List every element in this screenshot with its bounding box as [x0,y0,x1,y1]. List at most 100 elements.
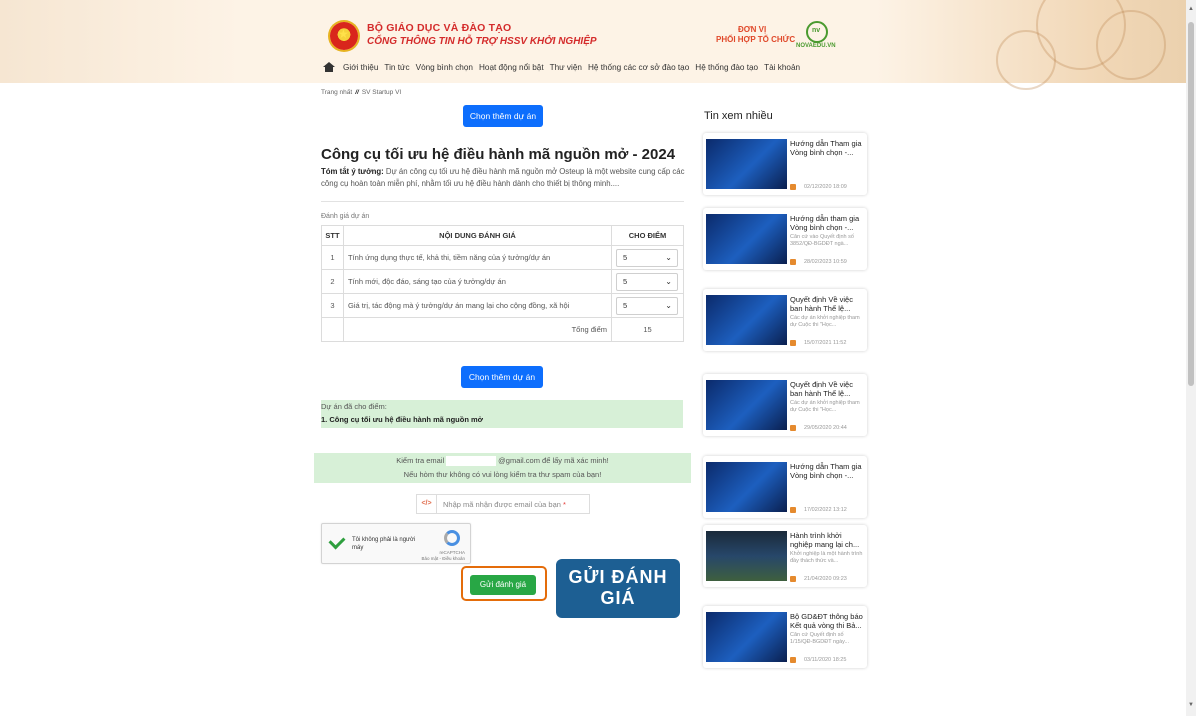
code-input-placeholder: Nhập mã nhận được email của bạn [443,499,561,509]
empty-cell [321,317,344,342]
site-header: ★ BỘ GIÁO DỤC VÀ ĐÀO TẠO CỔNG THÔNG TIN … [0,0,1196,90]
nav-item-gioi-thieu[interactable]: Giới thiệu [343,63,378,72]
recaptcha-widget[interactable]: Tôi không phải là người máy reCAPTCHA Bả… [321,523,471,564]
scrollbar[interactable]: ▲ ▼ [1186,0,1196,716]
verification-code-input[interactable]: </> Nhập mã nhận được email của bạn * [416,494,590,514]
decoration-swirl [996,30,1056,90]
news-title[interactable]: Quyết định Về việc ban hành Thể lệ... [790,295,866,313]
news-thumbnail[interactable] [706,531,787,581]
sidebar-news-card[interactable]: Quyết định Về việc ban hành Thể lệ... Các… [703,374,867,436]
table-header-row: STT NỘI DUNG ĐÁNH GIÁ CHO ĐIỂM [321,225,684,246]
news-thumbnail[interactable] [706,295,787,345]
main-nav: Giới thiệu Tin tức Vòng bình chọn Hoạt đ… [323,62,800,72]
score-cell: 5 ⌄ [611,293,684,318]
choose-more-project-button-2[interactable]: Chọn thêm dự án [461,366,543,388]
project-title: Công cụ tối ưu hệ điều hành mã nguồn mở … [321,146,676,163]
national-emblem-logo[interactable]: ★ [330,22,358,50]
brand-title[interactable]: BỘ GIÁO DỤC VÀ ĐÀO TẠO [367,22,511,34]
email-redacted [446,456,497,467]
news-date: 21/04/2020 09:23 [790,576,847,582]
score-select[interactable]: 5 ⌄ [616,272,678,291]
scroll-down-icon[interactable]: ▼ [1188,702,1194,708]
email-notice-line2: Nếu hòm thư không có vui lòng kiểm tra t… [403,470,602,480]
news-thumbnail[interactable] [706,612,787,662]
news-thumbnail[interactable] [706,462,787,512]
code-icon: </> [417,495,437,513]
score-value: 5 [623,252,628,262]
summary-label: Tóm tắt ý tưởng: [321,167,384,176]
news-description: Khởi nghiệp là một hành trình đầy thách … [790,551,863,564]
news-title[interactable]: Hướng dẫn tham gia Vòng bình chọn -... [790,214,866,232]
required-mark: * [562,499,566,509]
scroll-up-icon[interactable]: ▲ [1188,6,1194,12]
chevron-down-icon: ⌄ [665,252,672,262]
checkmark-icon[interactable] [328,532,346,550]
email-notice: Kiểm tra email @gmail.com để lấy mã xác m… [314,453,691,483]
breadcrumb: Trang nhất//SV Startup VI [321,89,401,96]
nav-item-tai-khoan[interactable]: Tài khoản [764,63,800,72]
email-notice-prefix: Kiểm tra email [396,456,445,465]
project-summary: Tóm tắt ý tưởng: Dự án công cụ tối ưu hệ… [321,166,685,190]
choose-more-project-button[interactable]: Chọn thêm dự án [463,105,543,127]
divider [321,201,684,202]
news-date: 28/02/2023 10:59 [790,259,847,265]
score-cell: 5 ⌄ [611,269,684,294]
score-select[interactable]: 5 ⌄ [616,296,678,315]
header-decoration-left [0,0,240,83]
submit-evaluation-button[interactable]: Gửi đánh giá [470,575,536,595]
row-stt: 3 [321,293,344,318]
nav-item-co-so-dao-tao[interactable]: Hệ thống các cơ sở đào tạo [588,63,689,72]
evaluation-table: STT NỘI DUNG ĐÁNH GIÁ CHO ĐIỂM 1 Tính ứn… [321,225,684,342]
submit-highlight-outline: Gửi đánh giá [461,566,547,601]
partner-label-2: PHỐI HỢP TỔ CHỨC [716,35,796,44]
news-title[interactable]: Quyết định Về việc ban hành Thể lệ... [790,380,866,398]
chevron-down-icon: ⌄ [665,276,672,286]
nav-item-thu-vien[interactable]: Thư viện [550,63,582,72]
news-thumbnail[interactable] [706,139,787,189]
decoration-swirl [1096,10,1166,80]
news-thumbnail[interactable] [706,380,787,430]
row-stt: 2 [321,269,344,294]
score-select[interactable]: 5 ⌄ [616,248,678,267]
nav-item-hoat-dong[interactable]: Hoạt động nổi bật [479,63,544,72]
nav-item-tin-tuc[interactable]: Tin tức [384,63,409,72]
sidebar-news-card[interactable]: Hướng dẫn Tham gia Vòng bình chọn -... 02… [703,133,867,195]
news-title[interactable]: Bộ GD&ĐT thông báo Kết quả vòng thi Bả..… [790,612,866,630]
news-thumbnail[interactable] [706,214,787,264]
nav-item-vong-binh-chon[interactable]: Vòng bình chọn [416,63,473,72]
callout-line2: GIÁ [600,588,636,608]
scrollbar-thumb[interactable] [1188,22,1194,386]
breadcrumb-current[interactable]: SV Startup VI [362,89,401,96]
score-value: 5 [623,276,628,286]
sidebar-news-card[interactable]: Hướng dẫn tham gia Vòng bình chọn -... Că… [703,208,867,270]
news-title[interactable]: Hướng dẫn Tham gia Vòng bình chọn -... [790,139,866,157]
breadcrumb-separator: // [355,89,359,96]
breadcrumb-home[interactable]: Trang nhất [321,89,352,96]
email-notice-line1: Kiểm tra email @gmail.com để lấy mã xác m… [314,456,691,467]
sidebar-news-card[interactable]: Hướng dẫn Tham gia Vòng bình chọn -... 17… [703,456,867,518]
email-notice-suffix: @gmail.com để lấy mã xác minh! [498,456,609,465]
submit-callout-banner: GỬI ĐÁNH GIÁ [556,559,680,618]
sidebar-news-card[interactable]: Bộ GD&ĐT thông báo Kết quả vòng thi Bả..… [703,606,867,668]
news-title[interactable]: Hướng dẫn Tham gia Vòng bình chọn -... [790,462,866,480]
nav-item-he-thong-dao-tao[interactable]: Hệ thống đào tạo [695,63,758,72]
partner-logo[interactable]: nv [806,21,828,43]
star-icon: ★ [338,27,349,41]
news-description: Căn cứ vào Quyết định số 3852/QĐ-BGDĐT n… [790,234,854,247]
column-header-content: NỘI DUNG ĐÁNH GIÁ [343,225,612,246]
news-date: 17/02/2022 13:12 [790,507,847,513]
news-description: Các dự án khởi nghiệp tham dự Cuộc thi "… [790,315,860,328]
home-icon[interactable] [323,62,335,72]
table-row: 3 Giá trị, tác động mà ý tưởng/dự án man… [321,293,684,318]
news-description: Căn cứ Quyết định số 1/15/QĐ-BGDĐT ngày.… [790,632,850,645]
news-date: 03/11/2020 18:25 [790,657,846,663]
recaptcha-label: Tôi không phải là người máy [352,537,416,551]
brand-subtitle[interactable]: CỔNG THÔNG TIN HỖ TRỢ HSSV KHỞI NGHIỆP [367,36,597,47]
score-cell: 5 ⌄ [611,245,684,270]
sidebar-news-card[interactable]: Hành trình khởi nghiệp mang lại ch... Khở… [703,525,867,587]
recaptcha-links[interactable]: Bảo mật - Điều khoản [421,556,465,562]
news-title[interactable]: Hành trình khởi nghiệp mang lại ch... [790,531,866,549]
column-header-stt: STT [321,225,344,246]
sidebar-news-card[interactable]: Quyết định Về việc ban hành Thể lệ... Các… [703,289,867,351]
row-content: Tính mới, độc đáo, sáng tạo của ý tưởng/… [343,269,612,294]
